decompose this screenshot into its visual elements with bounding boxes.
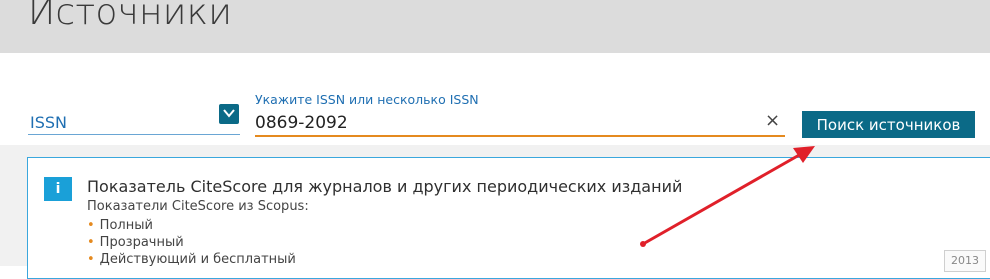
red-arrow-annotation <box>640 146 815 247</box>
